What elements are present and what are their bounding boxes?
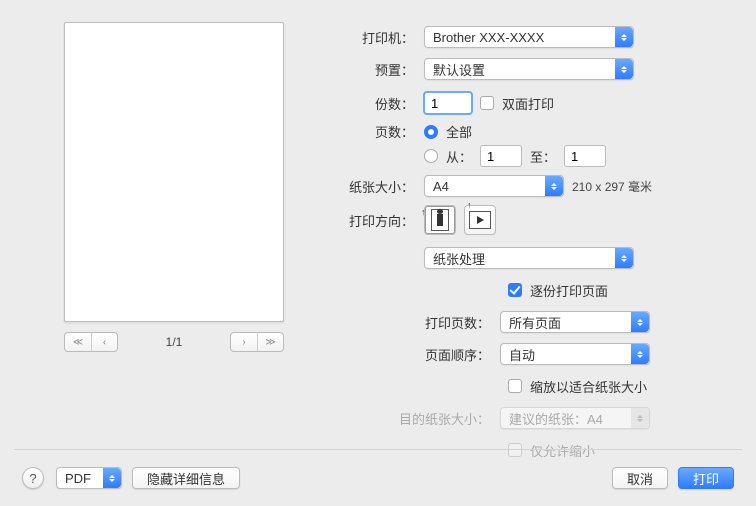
pages-from-label: 从： bbox=[446, 147, 472, 166]
duplex-label: 双面打印 bbox=[502, 94, 554, 113]
chevron-updown-icon bbox=[615, 59, 633, 79]
preset-value: 默认设置 bbox=[433, 60, 485, 79]
print-dialog: ≪ ‹ 1/1 › ≫ 打印机： Brother XXX-XXXX 预置： bbox=[0, 0, 756, 506]
person-icon bbox=[437, 214, 443, 226]
print-pages-label: 打印页数： bbox=[340, 313, 500, 332]
last-page-button[interactable]: ≫ bbox=[257, 333, 283, 351]
content-area: ≪ ‹ 1/1 › ≫ 打印机： Brother XXX-XXXX 预置： bbox=[0, 0, 756, 436]
preset-label: 预置： bbox=[340, 60, 424, 79]
preview-pane: ≪ ‹ 1/1 › ≫ bbox=[64, 22, 284, 352]
next-page-button[interactable]: › bbox=[231, 333, 257, 351]
preview-nav-left: ≪ ‹ bbox=[64, 332, 118, 352]
dest-paper-value: 建议的纸张：A4 bbox=[509, 409, 603, 428]
chevron-updown-icon bbox=[615, 27, 633, 47]
pages-all-label: 全部 bbox=[446, 122, 472, 141]
scale-fit-label: 缩放以适合纸张大小 bbox=[530, 377, 647, 396]
paper-dimensions: 210 x 297 毫米 bbox=[572, 178, 652, 195]
pages-to-field[interactable] bbox=[564, 145, 606, 167]
orientation-portrait-button[interactable]: ↑ bbox=[424, 205, 456, 235]
page-order-popup[interactable]: 自动 bbox=[500, 343, 650, 365]
orientation-landscape-button[interactable]: ↑ bbox=[464, 205, 496, 235]
first-page-button[interactable]: ≪ bbox=[65, 333, 91, 351]
pages-range-radio[interactable] bbox=[424, 149, 438, 163]
pdf-label: PDF bbox=[65, 471, 91, 486]
printer-popup[interactable]: Brother XXX-XXXX bbox=[424, 26, 634, 48]
help-button[interactable]: ? bbox=[22, 467, 44, 489]
preset-popup[interactable]: 默认设置 bbox=[424, 58, 634, 80]
orientation-label: 打印方向： bbox=[340, 211, 424, 230]
paper-size-value: A4 bbox=[433, 179, 449, 194]
pages-to-label: 至： bbox=[530, 147, 556, 166]
hide-details-button[interactable]: 隐藏详细信息 bbox=[132, 467, 240, 489]
chevron-updown-icon bbox=[615, 248, 633, 268]
preview-nav: ≪ ‹ 1/1 › ≫ bbox=[64, 332, 284, 352]
collate-label: 逐份打印页面 bbox=[530, 281, 608, 300]
preview-nav-right: › ≫ bbox=[230, 332, 284, 352]
pages-all-row: 全部 bbox=[424, 122, 606, 141]
pages-from-field[interactable] bbox=[480, 145, 522, 167]
section-popup[interactable]: 纸张处理 bbox=[424, 247, 634, 269]
settings-pane: 打印机： Brother XXX-XXXX 预置： 默认设置 份数： bbox=[340, 24, 736, 469]
printer-value: Brother XXX-XXXX bbox=[433, 30, 544, 45]
print-pages-value: 所有页面 bbox=[509, 313, 561, 332]
chevron-down-icon bbox=[103, 468, 121, 488]
page-preview bbox=[64, 22, 284, 322]
dest-paper-label: 目的纸张大小： bbox=[340, 409, 500, 428]
arrow-up-icon: ↑ bbox=[421, 207, 426, 217]
pages-label: 页数： bbox=[340, 122, 424, 141]
pages-all-radio[interactable] bbox=[424, 125, 438, 139]
chevron-updown-icon bbox=[631, 312, 649, 332]
copies-label: 份数： bbox=[340, 94, 424, 113]
duplex-checkbox[interactable] bbox=[480, 96, 494, 110]
paper-size-label: 纸张大小： bbox=[340, 177, 424, 196]
chevron-updown-icon bbox=[631, 344, 649, 364]
collate-checkbox[interactable] bbox=[508, 283, 522, 297]
section-value: 纸张处理 bbox=[433, 249, 485, 268]
cancel-button[interactable]: 取消 bbox=[612, 467, 668, 489]
chevron-updown-icon bbox=[545, 176, 563, 196]
page-indicator: 1/1 bbox=[166, 335, 183, 349]
footer: ? PDF 隐藏详细信息 取消 打印 bbox=[0, 450, 756, 506]
dest-paper-popup: 建议的纸张：A4 bbox=[500, 407, 650, 429]
arrow-up-icon: ↑ bbox=[467, 200, 472, 210]
print-button[interactable]: 打印 bbox=[678, 467, 734, 489]
printer-label: 打印机： bbox=[340, 28, 424, 47]
print-pages-popup[interactable]: 所有页面 bbox=[500, 311, 650, 333]
paper-size-popup[interactable]: A4 bbox=[424, 175, 564, 197]
page-order-value: 自动 bbox=[509, 345, 535, 364]
pdf-popup[interactable]: PDF bbox=[56, 467, 122, 489]
arrow-right-icon bbox=[477, 216, 484, 224]
scale-fit-checkbox[interactable] bbox=[508, 379, 522, 393]
pages-range-row: 从： 至： bbox=[424, 145, 606, 167]
prev-page-button[interactable]: ‹ bbox=[91, 333, 117, 351]
copies-field[interactable] bbox=[424, 92, 472, 114]
page-order-label: 页面顺序： bbox=[340, 345, 500, 364]
chevron-updown-icon bbox=[631, 408, 649, 428]
